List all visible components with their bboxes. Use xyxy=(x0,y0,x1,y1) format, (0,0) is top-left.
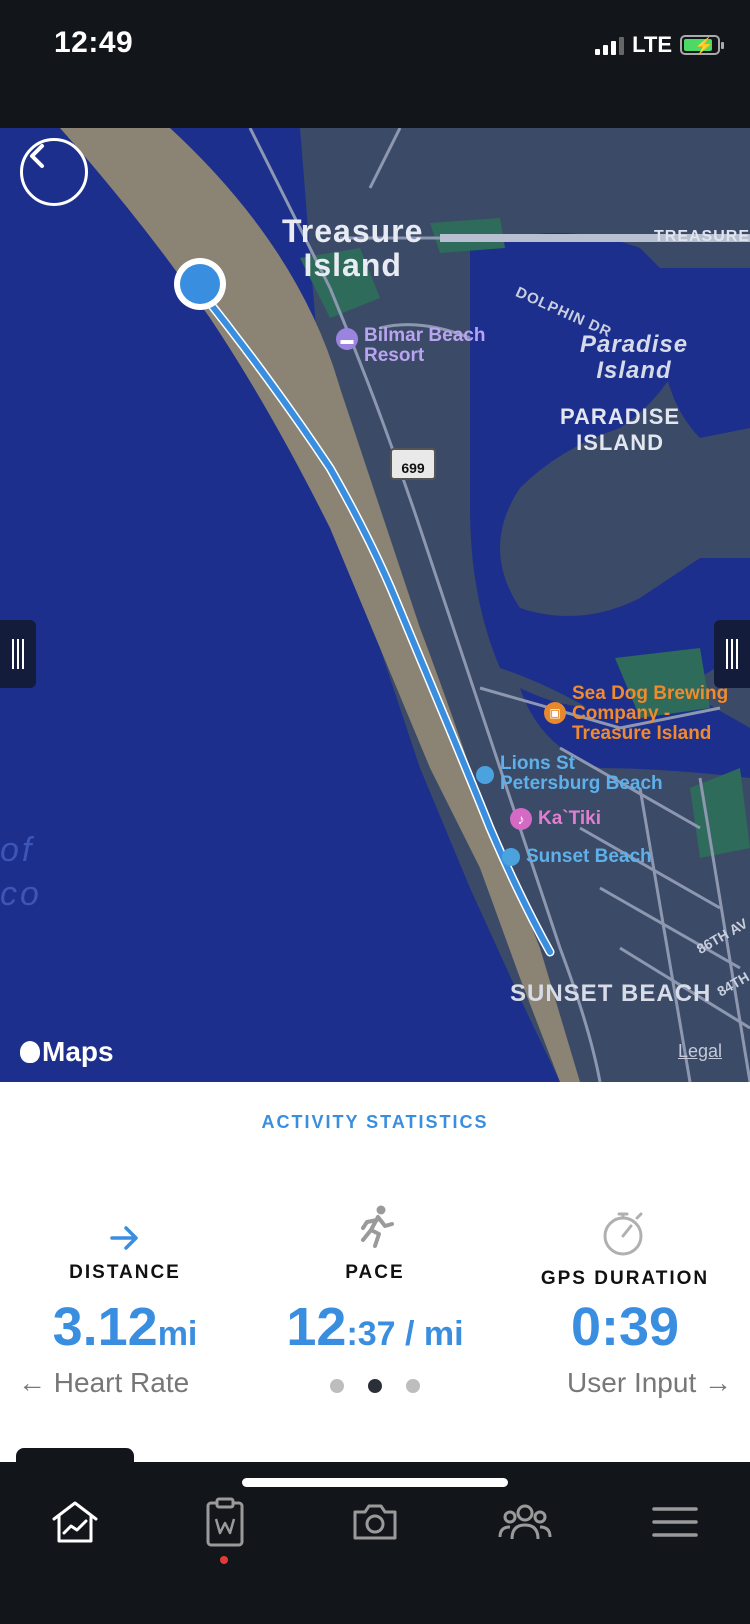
tab-community[interactable] xyxy=(450,1472,600,1572)
stats-pager: ← Heart Rate User Input → xyxy=(0,1367,750,1407)
poi-ka-tiki[interactable]: ♪ Ka`Tiki xyxy=(510,808,601,830)
back-button[interactable] xyxy=(20,138,88,206)
map-label-paradise-island-caps: PARADISE ISLAND xyxy=(560,404,681,455)
status-bar: 12:49 LTE ⚡ xyxy=(0,0,750,128)
music-note-icon: ♪ xyxy=(510,808,532,830)
beach-icon xyxy=(502,848,520,866)
beach-icon xyxy=(476,766,494,784)
map-label-sunset-beach-area: SUNSET BEACH xyxy=(510,980,712,1007)
gps-duration-value: 0:39 xyxy=(570,1297,680,1357)
distance-stat: DISTANCE 3.12mi xyxy=(0,1192,250,1358)
home-indicator[interactable] xyxy=(242,1478,508,1487)
status-indicators: LTE ⚡ xyxy=(595,32,724,58)
drag-handle-icon xyxy=(726,639,738,669)
poi-lions-st-petersburg-beach[interactable]: Lions St Petersburg Beach xyxy=(476,754,663,794)
chevron-left-icon xyxy=(30,144,44,168)
camera-icon xyxy=(353,1504,397,1540)
heart-rate-link[interactable]: ← Heart Rate xyxy=(18,1367,189,1399)
distance-value: 3.12mi xyxy=(52,1297,198,1357)
maps-logo: Maps xyxy=(20,1036,114,1068)
arrow-right-icon xyxy=(110,1226,138,1250)
pace-stat: PACE 12:37 / mi xyxy=(250,1192,500,1358)
page-dots xyxy=(330,1379,420,1393)
distance-label: DISTANCE xyxy=(69,1262,181,1283)
hotel-icon: ▬ xyxy=(336,328,358,350)
signal-icon xyxy=(595,35,625,55)
gps-duration-label: GPS DURATION xyxy=(540,1268,710,1289)
stopwatch-icon xyxy=(603,1212,643,1256)
left-drawer-handle[interactable] xyxy=(0,620,36,688)
active-tab-indicator xyxy=(16,1448,134,1466)
map-label-treasure-island: Treasure Island xyxy=(282,213,424,283)
drag-handle-icon xyxy=(12,639,24,669)
stats-title: ACTIVITY STATISTICS xyxy=(261,1112,489,1132)
runner-icon xyxy=(361,1205,394,1248)
page-dot-3[interactable] xyxy=(406,1379,420,1393)
activity-statistics-panel: ACTIVITY STATISTICS DISTANCE 3.12mi PACE… xyxy=(0,1082,750,1462)
legal-link[interactable]: Legal xyxy=(678,1041,722,1062)
map-label-paradise-island: Paradise Island xyxy=(580,331,689,384)
route-699-shield: 699 xyxy=(390,448,436,480)
tab-home[interactable] xyxy=(0,1472,150,1572)
beer-icon: ▣ xyxy=(544,702,566,724)
gps-duration-stat: GPS DURATION 0:39 xyxy=(500,1192,750,1358)
status-time: 12:49 xyxy=(54,26,134,59)
workouts-notification-dot xyxy=(220,1556,228,1564)
page-dot-2[interactable] xyxy=(368,1379,382,1393)
network-label: LTE xyxy=(632,32,672,57)
battery-icon: ⚡ xyxy=(680,35,724,55)
poi-bilmar-beach-resort[interactable]: ▬ Bilmar Beach Resort xyxy=(336,326,485,366)
clipboard-icon xyxy=(206,1497,244,1547)
tab-menu[interactable] xyxy=(600,1472,750,1572)
group-icon xyxy=(498,1504,552,1540)
hamburger-menu-icon xyxy=(652,1507,698,1537)
page-dot-1[interactable] xyxy=(330,1379,344,1393)
poi-sea-dog-brewing[interactable]: ▣ Sea Dog Brewing Company - Treasure Isl… xyxy=(544,684,728,744)
map-label-gulf: of co xyxy=(0,831,42,913)
route-map[interactable]: Treasure Island TREASURE DOLPHIN DR Parad… xyxy=(0,128,750,1082)
map-label-treasure-road: TREASURE xyxy=(654,228,750,245)
home-chart-icon xyxy=(52,1501,98,1543)
right-drawer-handle[interactable] xyxy=(714,620,750,688)
user-input-link[interactable]: User Input → xyxy=(567,1367,732,1399)
poi-sunset-beach[interactable]: Sunset Beach xyxy=(502,846,652,868)
pace-label: PACE xyxy=(345,1262,405,1283)
apple-logo-icon xyxy=(20,1041,40,1063)
tab-camera[interactable] xyxy=(300,1472,450,1572)
pace-value: 12:37 / mi xyxy=(286,1297,464,1357)
